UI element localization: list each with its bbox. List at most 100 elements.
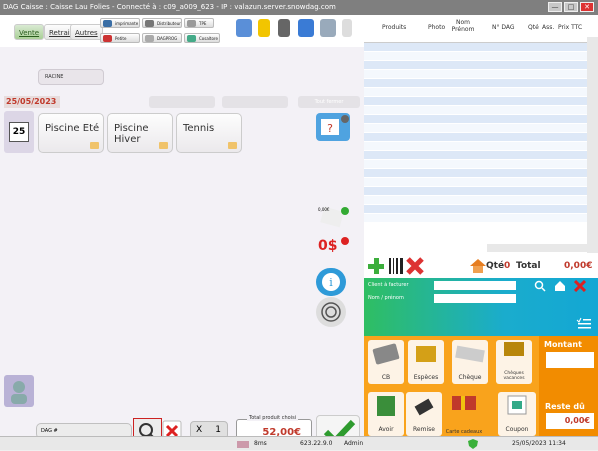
- barcode-icon[interactable]: [388, 257, 404, 275]
- tpe-button[interactable]: TPE: [184, 18, 214, 28]
- table-row: [364, 151, 588, 160]
- svg-text:i: i: [329, 276, 333, 289]
- calendar-icon: 25: [9, 122, 29, 142]
- cheque-button[interactable]: Chèque: [452, 340, 488, 384]
- user-button[interactable]: [4, 375, 34, 407]
- client-field[interactable]: [434, 281, 516, 290]
- category-racine[interactable]: RACINE: [38, 69, 104, 85]
- delete-icon[interactable]: [406, 257, 424, 275]
- petite-label: Petite: [115, 36, 127, 41]
- version: 623.22.9.0: [300, 440, 333, 447]
- cb-button[interactable]: CB: [368, 340, 404, 384]
- free-price-button[interactable]: 0$: [316, 235, 350, 263]
- current-date: 25/05/2023: [4, 96, 60, 108]
- dagprog-label: DAGPROG: [157, 36, 178, 41]
- pen-tool-icon[interactable]: [298, 19, 314, 37]
- cosaltore-icon: [187, 35, 196, 42]
- remise-button[interactable]: Remise: [406, 392, 442, 436]
- montant-input[interactable]: [546, 352, 594, 368]
- total-label: Total: [516, 261, 541, 271]
- pen-icon: [103, 35, 112, 42]
- cheques-vacances-button[interactable]: Chèques vacances: [496, 340, 532, 384]
- wand-icon[interactable]: [342, 19, 352, 37]
- info-icon: i: [322, 273, 340, 291]
- col-nom-prenom: Nom Prénom: [451, 19, 475, 33]
- col-prix: Prix TTC: [558, 24, 583, 31]
- table-row: [364, 214, 588, 223]
- discount-icon: [414, 398, 434, 416]
- users-icon[interactable]: [236, 19, 252, 37]
- eye-icon[interactable]: [320, 19, 336, 37]
- product-label: Tennis: [183, 123, 215, 134]
- especes-button[interactable]: Espèces: [408, 340, 444, 384]
- title-bar: DAG Caisse : Caisse Lau Folies - Connect…: [0, 0, 598, 15]
- table-row: [364, 205, 588, 214]
- price-tag-button[interactable]: 0,00€: [316, 205, 350, 233]
- maximize-button[interactable]: □: [564, 2, 578, 12]
- search-client-icon[interactable]: [534, 280, 546, 292]
- avoir-button[interactable]: Avoir: [368, 392, 404, 436]
- shield-icon: [468, 439, 478, 449]
- home-client-icon[interactable]: [554, 280, 566, 292]
- close-all-button[interactable]: Tout fermer: [298, 96, 360, 108]
- qty-value: 0: [504, 261, 511, 271]
- calendar-button[interactable]: 25: [4, 111, 34, 153]
- name-field[interactable]: [434, 294, 516, 303]
- table-row: [364, 160, 588, 169]
- printer-button[interactable]: imprimante: [100, 18, 140, 28]
- cheque-icon: [455, 345, 485, 363]
- tpe-label: TPE: [199, 21, 207, 26]
- cosaltore-button[interactable]: Cosaltore: [184, 33, 220, 43]
- network-icon: [237, 441, 249, 448]
- carte-cadeaux-label: Carte cadeaux: [445, 429, 483, 435]
- help-button[interactable]: ?: [316, 113, 350, 141]
- product-total-label: Total produit choisi: [247, 415, 299, 421]
- client-section: Client à facturer Nom / prénom: [364, 278, 598, 336]
- notepad-icon[interactable]: [258, 19, 270, 37]
- cash-icon: [416, 346, 436, 362]
- table-row: [364, 88, 588, 97]
- product-piscine-hiver[interactable]: Piscine Hiver: [107, 113, 173, 153]
- col-ass: Ass.: [542, 24, 555, 31]
- close-button[interactable]: ✕: [580, 2, 594, 12]
- remove-client-icon[interactable]: [574, 280, 586, 292]
- distributor-button[interactable]: Distributeur: [142, 18, 182, 28]
- ping-value: 8ms: [254, 440, 267, 447]
- fingerprint-icon: [321, 302, 341, 322]
- horizontal-scrollbar[interactable]: [487, 244, 587, 252]
- empty-tab-1[interactable]: [149, 96, 215, 108]
- coupon-icon: [507, 395, 527, 415]
- cart-rows: [364, 43, 588, 259]
- cb-label: CB: [381, 374, 391, 381]
- vacation-voucher-icon: [504, 342, 524, 356]
- carte-cadeaux-button[interactable]: Carte cadeaux: [444, 392, 484, 436]
- coupon-button[interactable]: Coupon: [498, 392, 536, 436]
- tab-vente[interactable]: Vente: [14, 24, 45, 40]
- add-icon[interactable]: [368, 257, 384, 275]
- cart-panel: Produits Photo Nom Prénom N° DAG Qté Ass…: [364, 15, 598, 438]
- product-piscine-ete[interactable]: Piscine Eté: [38, 113, 104, 153]
- table-row: [364, 70, 588, 79]
- payment-methods: CB Espèces Chèque Chèques vacances Avoir…: [364, 336, 539, 438]
- dagprog-button[interactable]: DAGPROG: [142, 33, 182, 43]
- payment-section: CB Espèces Chèque Chèques vacances Avoir…: [364, 336, 598, 438]
- petite-button[interactable]: Petite: [100, 33, 140, 43]
- empty-tab-2[interactable]: [222, 96, 288, 108]
- table-row: [364, 133, 588, 142]
- product-tennis[interactable]: Tennis: [176, 113, 242, 153]
- fingerprint-button[interactable]: [316, 297, 346, 327]
- table-row: [364, 142, 588, 151]
- list-icon[interactable]: [278, 19, 290, 37]
- product-label: Piscine Eté: [45, 123, 100, 134]
- distributor-label: Distributeur: [157, 21, 181, 26]
- home-icon[interactable]: [469, 258, 487, 274]
- checklist-icon[interactable]: [576, 317, 592, 329]
- status-bar: 8ms 623.22.9.0 Admin 25/05/2023 11:34: [0, 436, 598, 450]
- table-row: [364, 79, 588, 88]
- vertical-scrollbar[interactable]: [587, 37, 598, 259]
- avoir-label: Avoir: [378, 426, 394, 433]
- minimize-button[interactable]: —: [548, 2, 562, 12]
- tab-autres[interactable]: Autres: [70, 24, 103, 40]
- bag-icon: [90, 142, 99, 149]
- info-button[interactable]: i: [316, 268, 346, 296]
